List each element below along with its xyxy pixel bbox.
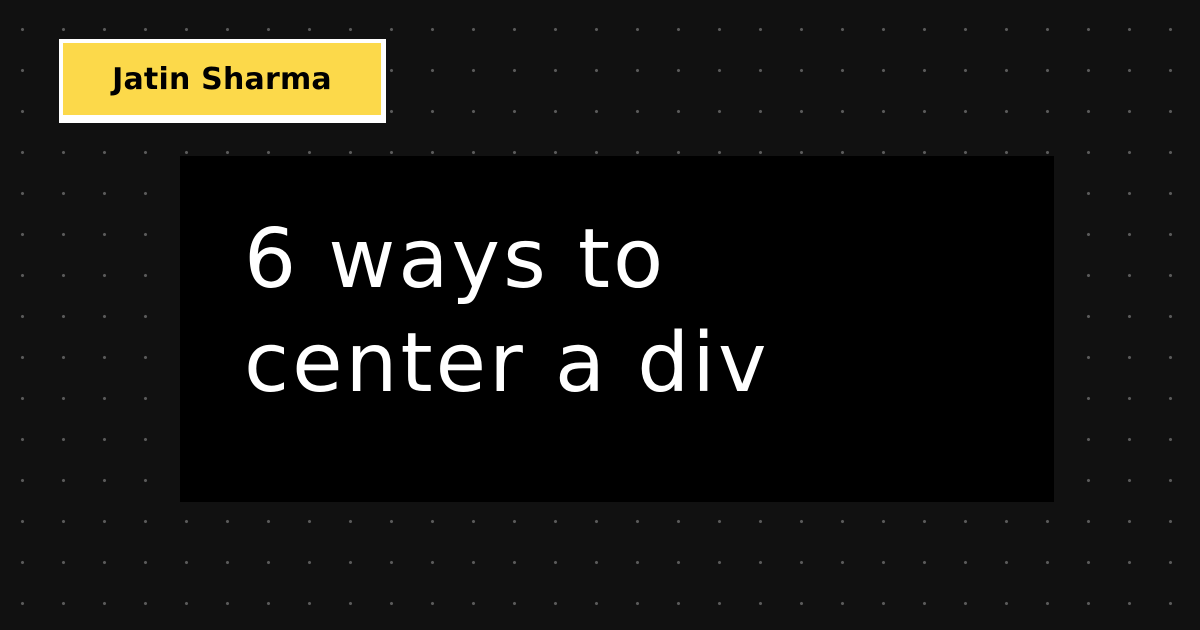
- title-line-2: center a div: [244, 316, 770, 411]
- author-tag-label-box: Jatin Sharma: [63, 43, 381, 115]
- author-name: Jatin Sharma: [112, 61, 332, 97]
- article-title: 6 ways to center a div: [244, 208, 770, 416]
- og-card: { "author": { "name": "Jatin Sharma" }, …: [0, 0, 1200, 630]
- title-card: 6 ways to center a div: [180, 156, 1054, 502]
- author-tag: Jatin Sharma: [59, 39, 386, 123]
- title-line-1: 6 ways to: [244, 212, 667, 307]
